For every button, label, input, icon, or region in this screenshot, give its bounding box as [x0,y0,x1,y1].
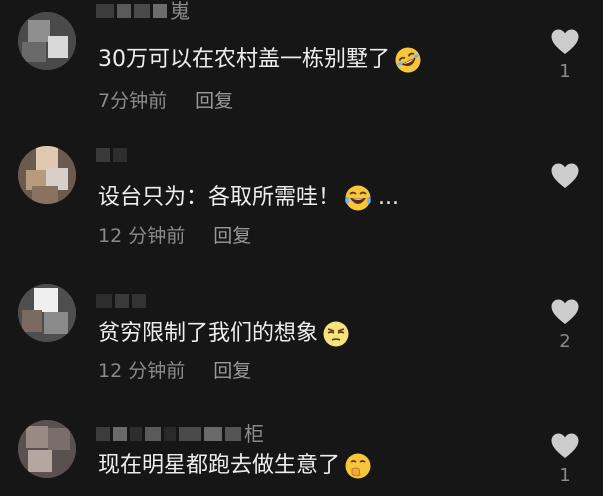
username[interactable] [96,146,130,164]
like-count: 2 [559,331,571,352]
hand-over-mouth-emoji [345,453,371,479]
squinting-emoji [323,321,349,347]
like-button[interactable]: 2 [549,298,581,353]
username[interactable]: 柜 [96,422,264,446]
avatar[interactable] [18,146,76,204]
comment-meta: 12 分钟前 回复 [98,225,251,247]
username[interactable] [96,292,149,310]
laughing-tears-emoji [345,185,371,211]
comment-text: 贫穷限制了我们的想象 [98,320,350,348]
username-text: 柜 [244,422,264,446]
comment-body: 贫穷限制了我们的想象 [98,321,319,346]
heart-icon [551,163,579,188]
comment-list: 嵬 30万可以在农村盖一栋别墅了 7分钟前 回复 1 设台只为：各取所需哇！ .… [0,0,603,496]
comment-body: 现在明星都跑去做生意了 [98,453,341,478]
avatar[interactable] [18,420,76,478]
reply-button[interactable]: 回复 [213,225,251,247]
avatar[interactable] [18,284,76,342]
reply-button[interactable]: 回复 [213,360,251,382]
comment-time: 12 分钟前 [98,360,186,382]
like-button[interactable]: 1 [549,432,581,487]
comment-meta: 12 分钟前 回复 [98,360,251,382]
like-count: 1 [559,465,571,486]
comment-time: 12 分钟前 [98,225,186,247]
comment-item: 柜 现在明星都跑去做生意了 1 [0,0,603,486]
ellipsis: ... [378,185,399,210]
comment-text: 现在明星都跑去做生意了 [98,452,372,480]
comment-text: 设台只为：各取所需哇！ ... [98,184,399,212]
heart-icon [551,299,579,324]
like-button[interactable] [549,162,581,195]
heart-icon [551,433,579,458]
comment-body: 设台只为：各取所需哇！ [98,185,341,210]
